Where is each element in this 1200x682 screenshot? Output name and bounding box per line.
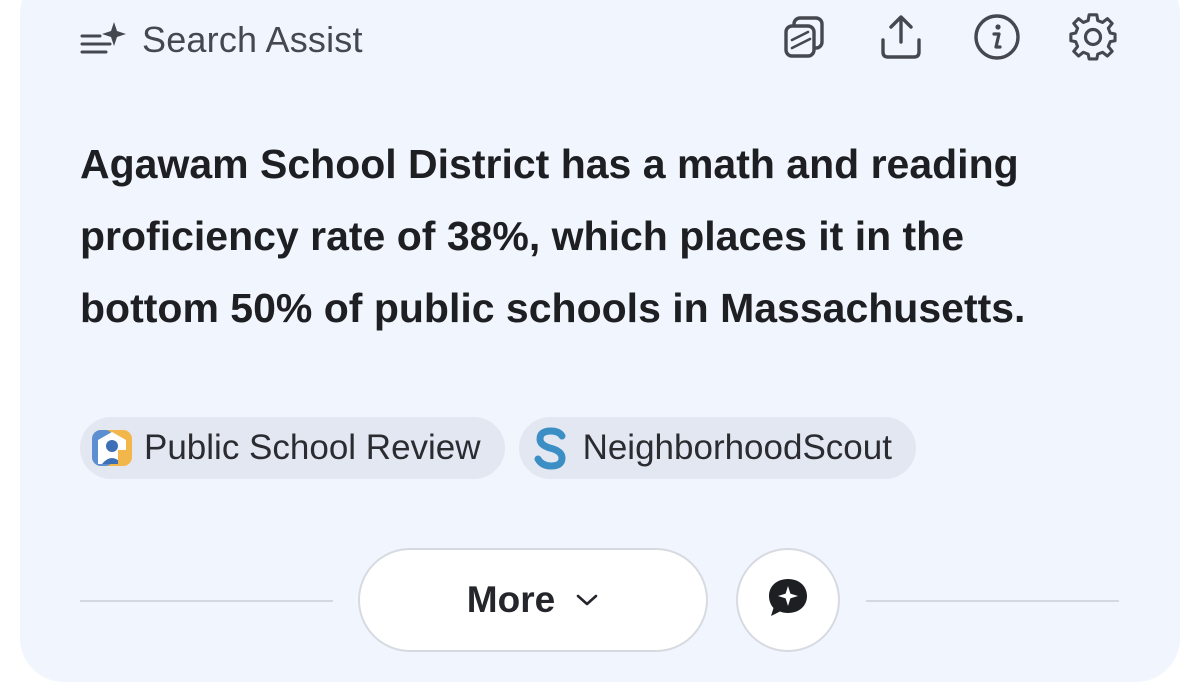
source-label: NeighborhoodScout bbox=[582, 428, 892, 467]
source-list: Public School Review NeighborhoodScout bbox=[80, 417, 916, 479]
chevron-down-icon bbox=[575, 592, 599, 608]
more-label: More bbox=[466, 579, 556, 620]
toolbar bbox=[776, 10, 1122, 68]
divider-left bbox=[80, 600, 333, 602]
settings-button[interactable] bbox=[1064, 10, 1122, 68]
source-label: Public School Review bbox=[144, 428, 481, 467]
search-assist-title: Search Assist bbox=[142, 19, 363, 60]
share-button[interactable] bbox=[872, 10, 930, 68]
copy-icon bbox=[780, 12, 830, 67]
divider-right bbox=[866, 600, 1119, 602]
chat-button[interactable] bbox=[736, 548, 840, 652]
source-chip-neighborhoodscout[interactable]: NeighborhoodScout bbox=[518, 417, 916, 479]
chat-sparkle-icon bbox=[765, 575, 811, 626]
copy-button[interactable] bbox=[776, 10, 834, 68]
answer-text: Agawam School District has a math and re… bbox=[80, 141, 1026, 331]
search-assist-header: Search Assist bbox=[80, 12, 363, 68]
public-school-review-logo bbox=[90, 426, 134, 470]
more-button[interactable]: More bbox=[358, 548, 708, 652]
neighborhoodscout-logo bbox=[529, 426, 573, 470]
info-icon bbox=[972, 12, 1022, 67]
source-chip-public-school-review[interactable]: Public School Review bbox=[80, 417, 505, 479]
info-button[interactable] bbox=[968, 10, 1026, 68]
sparkle-lines-icon bbox=[80, 20, 130, 60]
gear-icon bbox=[1068, 12, 1118, 67]
share-icon bbox=[878, 12, 924, 67]
